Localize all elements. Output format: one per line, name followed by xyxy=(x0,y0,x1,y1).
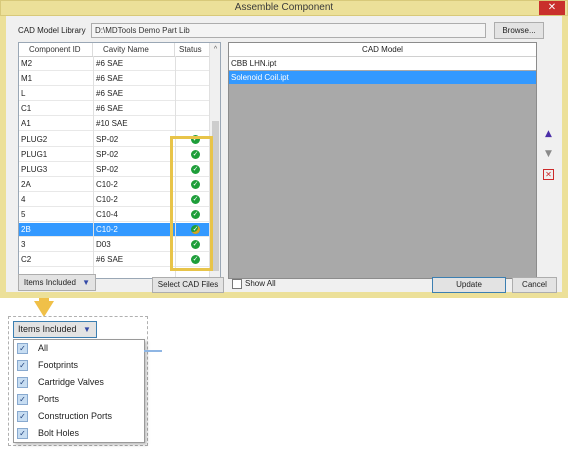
header-status[interactable]: Status xyxy=(179,43,209,56)
header-component-id[interactable]: Component ID xyxy=(19,43,93,56)
items-included-menu: ✓ All ✓ Footprints ✓ Cartridge Valves ✓ Ports ✓ C… xyxy=(13,339,145,443)
menu-item[interactable]: ✓ Cartridge Valves xyxy=(14,374,144,391)
cell-cavity-name: SP-02 xyxy=(96,149,119,159)
checkbox-box[interactable] xyxy=(232,279,242,289)
cad-model-item-selected[interactable]: Solenoid Coil.ipt xyxy=(229,71,536,84)
library-label: CAD Model Library xyxy=(18,26,86,35)
cell-cavity-name: #10 SAE xyxy=(96,119,128,129)
cell-component-id: PLUG1 xyxy=(21,149,48,159)
checkmark-icon: ✓ xyxy=(17,411,28,422)
cell-cavity-name: #6 SAE xyxy=(96,89,124,99)
cell-component-id: A1 xyxy=(21,119,31,129)
items-included-dropdown-zoomed[interactable]: Items Included ▼ xyxy=(13,321,97,338)
items-included-dropdown[interactable]: Items Included ▼ xyxy=(18,274,96,291)
cell-component-id: M2 xyxy=(21,59,33,68)
menu-item[interactable]: ✓ Footprints xyxy=(14,357,144,374)
show-all-checkbox[interactable]: Show All xyxy=(232,279,276,289)
cell-cavity-name: #6 SAE xyxy=(96,74,124,84)
table-row[interactable]: C1 #6 SAE xyxy=(19,102,209,117)
checkmark-icon: ✓ xyxy=(17,394,28,405)
dropdown-label: Items Included xyxy=(23,278,76,287)
cell-component-id: M1 xyxy=(21,74,33,84)
cell-cavity-name: C10-4 xyxy=(96,210,118,219)
menu-edge-strip xyxy=(144,350,162,352)
assemble-component-dialog: Assemble Component ✕ CAD Model Library D… xyxy=(0,0,568,298)
cell-cavity-name: #6 SAE xyxy=(96,59,124,68)
menu-item[interactable]: ✓ Ports xyxy=(14,391,144,408)
menu-item-label: Footprints xyxy=(38,360,79,370)
header-cavity-name[interactable]: Cavity Name xyxy=(93,43,175,56)
menu-item-label: Cartridge Valves xyxy=(38,377,104,387)
cell-component-id: 4 xyxy=(21,194,26,204)
checkmark-icon: ✓ xyxy=(17,428,28,439)
scroll-thumb[interactable] xyxy=(212,121,219,271)
cad-model-header: CAD Model xyxy=(229,43,536,57)
cad-model-list[interactable]: CAD Model CBB LHN.ipt Solenoid Coil.ipt xyxy=(228,42,537,279)
dialog-frame: CAD Model Library D:\MDTools Demo Part L… xyxy=(0,16,568,298)
cad-model-item[interactable]: CBB LHN.ipt xyxy=(229,57,536,70)
cancel-button[interactable]: Cancel xyxy=(512,277,557,293)
column-divider xyxy=(93,56,94,278)
table-row[interactable]: M1 #6 SAE xyxy=(19,72,209,87)
cell-cavity-name: D03 xyxy=(96,240,111,250)
menu-item-label: Ports xyxy=(38,394,60,404)
checkmark-icon: ✓ xyxy=(17,377,28,388)
cell-cavity-name: C10-2 xyxy=(96,225,118,235)
chevron-down-icon: ▼ xyxy=(83,325,91,334)
cell-component-id: PLUG3 xyxy=(21,164,48,174)
cell-cavity-name: C10-2 xyxy=(96,179,118,189)
cell-component-id: 3 xyxy=(21,240,26,250)
browse-button[interactable]: Browse... xyxy=(494,22,544,39)
cell-cavity-name: #6 SAE xyxy=(96,255,124,265)
cell-component-id: C2 xyxy=(21,255,32,265)
cell-component-id: C1 xyxy=(21,104,32,114)
chevron-down-icon: ▼ xyxy=(82,278,91,287)
cell-cavity-name: C10-2 xyxy=(96,194,118,204)
menu-item[interactable]: ✓ Construction Ports xyxy=(14,408,144,425)
window-title: Assemble Component xyxy=(234,2,334,13)
cell-cavity-name: SP-02 xyxy=(96,164,119,174)
move-down-icon[interactable]: ▼ xyxy=(543,149,554,160)
remove-icon[interactable]: ✕ xyxy=(543,169,554,180)
menu-item[interactable]: ✓ Bolt Holes xyxy=(14,425,144,442)
dropdown-label: Items Included xyxy=(18,324,77,334)
menu-item-label: All xyxy=(38,343,49,353)
scroll-up-arrow[interactable]: ^ xyxy=(210,44,220,55)
cell-cavity-name: #6 SAE xyxy=(96,104,124,114)
cell-cavity-name: SP-02 xyxy=(96,134,119,144)
status-highlight-box xyxy=(170,136,213,271)
move-up-icon[interactable]: ▲ xyxy=(543,129,554,140)
cell-component-id: L xyxy=(21,89,26,99)
title-bar: Assemble Component ✕ xyxy=(0,0,568,16)
cell-component-id: 2B xyxy=(21,225,31,235)
show-all-label: Show All xyxy=(245,279,276,289)
grid-header: Component ID Cavity Name Status xyxy=(19,43,209,57)
checkmark-icon: ✓ xyxy=(17,343,28,354)
checkmark-icon: ✓ xyxy=(17,360,28,371)
menu-item[interactable]: ✓ All xyxy=(14,340,144,357)
zoomed-dropdown-callout: Items Included ▼ ✓ All ✓ Footprints ✓ Cartrid… xyxy=(8,316,148,446)
menu-item-label: Construction Ports xyxy=(38,411,113,421)
table-row[interactable]: A1 #10 SAE xyxy=(19,117,209,132)
cell-component-id: 2A xyxy=(21,179,31,189)
library-path-field[interactable]: D:\MDTools Demo Part Lib xyxy=(91,23,486,38)
cell-component-id: 5 xyxy=(21,210,26,219)
table-row[interactable]: M2 #6 SAE xyxy=(19,57,209,71)
dialog-client: CAD Model Library D:\MDTools Demo Part L… xyxy=(6,16,562,293)
menu-item-label: Bolt Holes xyxy=(38,428,80,438)
cell-component-id: PLUG2 xyxy=(21,134,48,144)
select-cad-files-button[interactable]: Select CAD Files xyxy=(152,277,224,293)
table-row[interactable]: L #6 SAE xyxy=(19,87,209,102)
update-button[interactable]: Update xyxy=(432,277,506,293)
close-button[interactable]: ✕ xyxy=(539,1,565,15)
callout-arrow-icon xyxy=(34,301,54,317)
